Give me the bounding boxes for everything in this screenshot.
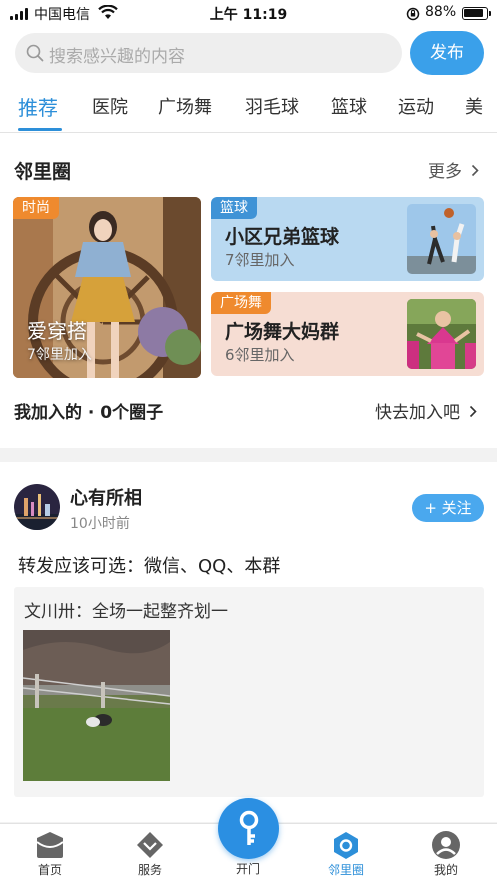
nav-services[interactable]: 服务 [110, 824, 190, 883]
active-tab-indicator [18, 128, 62, 131]
publish-button[interactable]: 发布 [410, 31, 484, 75]
tab-recommend[interactable]: 推荐 [18, 92, 58, 121]
feed-post: 心有所相 10小时前 + 关注 转发应该可选：微信、QQ、本群 文川卅：全场一起… [0, 462, 497, 822]
battery-percent: 88% [425, 4, 457, 20]
follow-button[interactable]: + 关注 [412, 494, 484, 522]
quoted-post-image[interactable] [23, 630, 170, 781]
circle-card-fashion[interactable]: 时尚 爱穿搭 7邻里加入 [13, 197, 201, 378]
nav-label: 服务 [137, 863, 162, 877]
quoted-post-text: 文川卅：全场一起整齐划一 [24, 602, 228, 622]
search-row: 搜索感兴趣的内容 发布 [0, 26, 497, 82]
neighborhood-circles: 邻里圈 更多 时尚 爱穿搭 7邻里加入 篮球 小区兄弟篮球 7邻里加入 广场舞 … [0, 133, 497, 448]
nav-label: 邻里圈 [327, 863, 364, 877]
circle-card-basketball[interactable]: 篮球 小区兄弟篮球 7邻里加入 [211, 197, 484, 281]
more-link[interactable]: 更多 [428, 157, 480, 182]
category-tabs: 推荐 医院 广场舞 羽毛球 篮球 运动 美 [0, 82, 497, 133]
tab-badminton[interactable]: 羽毛球 [245, 93, 299, 119]
search-input[interactable]: 搜索感兴趣的内容 [15, 33, 402, 73]
profile-icon [431, 830, 461, 860]
join-circles-link[interactable]: 快去加入吧 [375, 398, 478, 423]
nav-label: 首页 [37, 863, 62, 877]
card-member-count: 6邻里加入 [225, 346, 295, 364]
nav-profile[interactable]: 我的 [406, 824, 486, 883]
tab-square-dance[interactable]: 广场舞 [158, 93, 212, 119]
tab-beauty[interactable]: 美 [465, 93, 483, 119]
card-tag: 广场舞 [211, 292, 271, 314]
card-name: 小区兄弟篮球 [225, 226, 340, 248]
tab-hospital[interactable]: 医院 [92, 93, 128, 119]
tab-sports[interactable]: 运动 [398, 93, 434, 119]
battery-icon [462, 7, 491, 20]
author-name[interactable]: 心有所相 [70, 484, 142, 510]
join-link-label: 快去加入吧 [375, 403, 460, 423]
open-door-label: 开门 [235, 862, 260, 876]
rotation-lock-icon [406, 6, 420, 25]
open-door-button[interactable] [218, 798, 279, 859]
nav-home[interactable]: 首页 [10, 824, 90, 883]
post-time: 10小时前 [70, 516, 130, 532]
avatar[interactable] [14, 484, 60, 530]
joined-circles-label: 我加入的 · 0个圈子 [14, 403, 164, 423]
search-placeholder: 搜索感兴趣的内容 [49, 47, 185, 67]
more-label: 更多 [428, 162, 462, 182]
card-member-count: 7邻里加入 [27, 347, 92, 363]
nav-neighborhood[interactable]: 邻里圈 [306, 824, 386, 883]
clock: 上午 11:19 [209, 7, 288, 23]
chevron-right-icon [469, 403, 478, 423]
home-icon [35, 830, 65, 860]
section-title: 邻里圈 [14, 161, 72, 183]
quoted-post[interactable]: 文川卅：全场一起整齐划一 [14, 587, 484, 797]
status-bar: 中国电信 上午 11:19 88% [0, 0, 497, 26]
nav-label: 我的 [433, 863, 458, 877]
card-member-count: 7邻里加入 [225, 251, 295, 269]
chevron-right-icon [471, 162, 480, 182]
card-tag: 时尚 [13, 197, 59, 219]
key-icon [235, 810, 263, 852]
basketball-thumbnail [407, 204, 476, 274]
square-dance-thumbnail [407, 299, 476, 369]
neighborhood-icon [331, 830, 361, 860]
tab-basketball[interactable]: 篮球 [331, 93, 367, 119]
card-name: 爱穿搭 [27, 319, 87, 343]
card-name: 广场舞大妈群 [225, 321, 340, 343]
search-icon [26, 44, 44, 66]
circle-card-square-dance[interactable]: 广场舞 广场舞大妈群 6邻里加入 [211, 292, 484, 376]
card-tag: 篮球 [211, 197, 257, 219]
services-icon [135, 830, 165, 860]
post-text: 转发应该可选：微信、QQ、本群 [18, 556, 281, 577]
